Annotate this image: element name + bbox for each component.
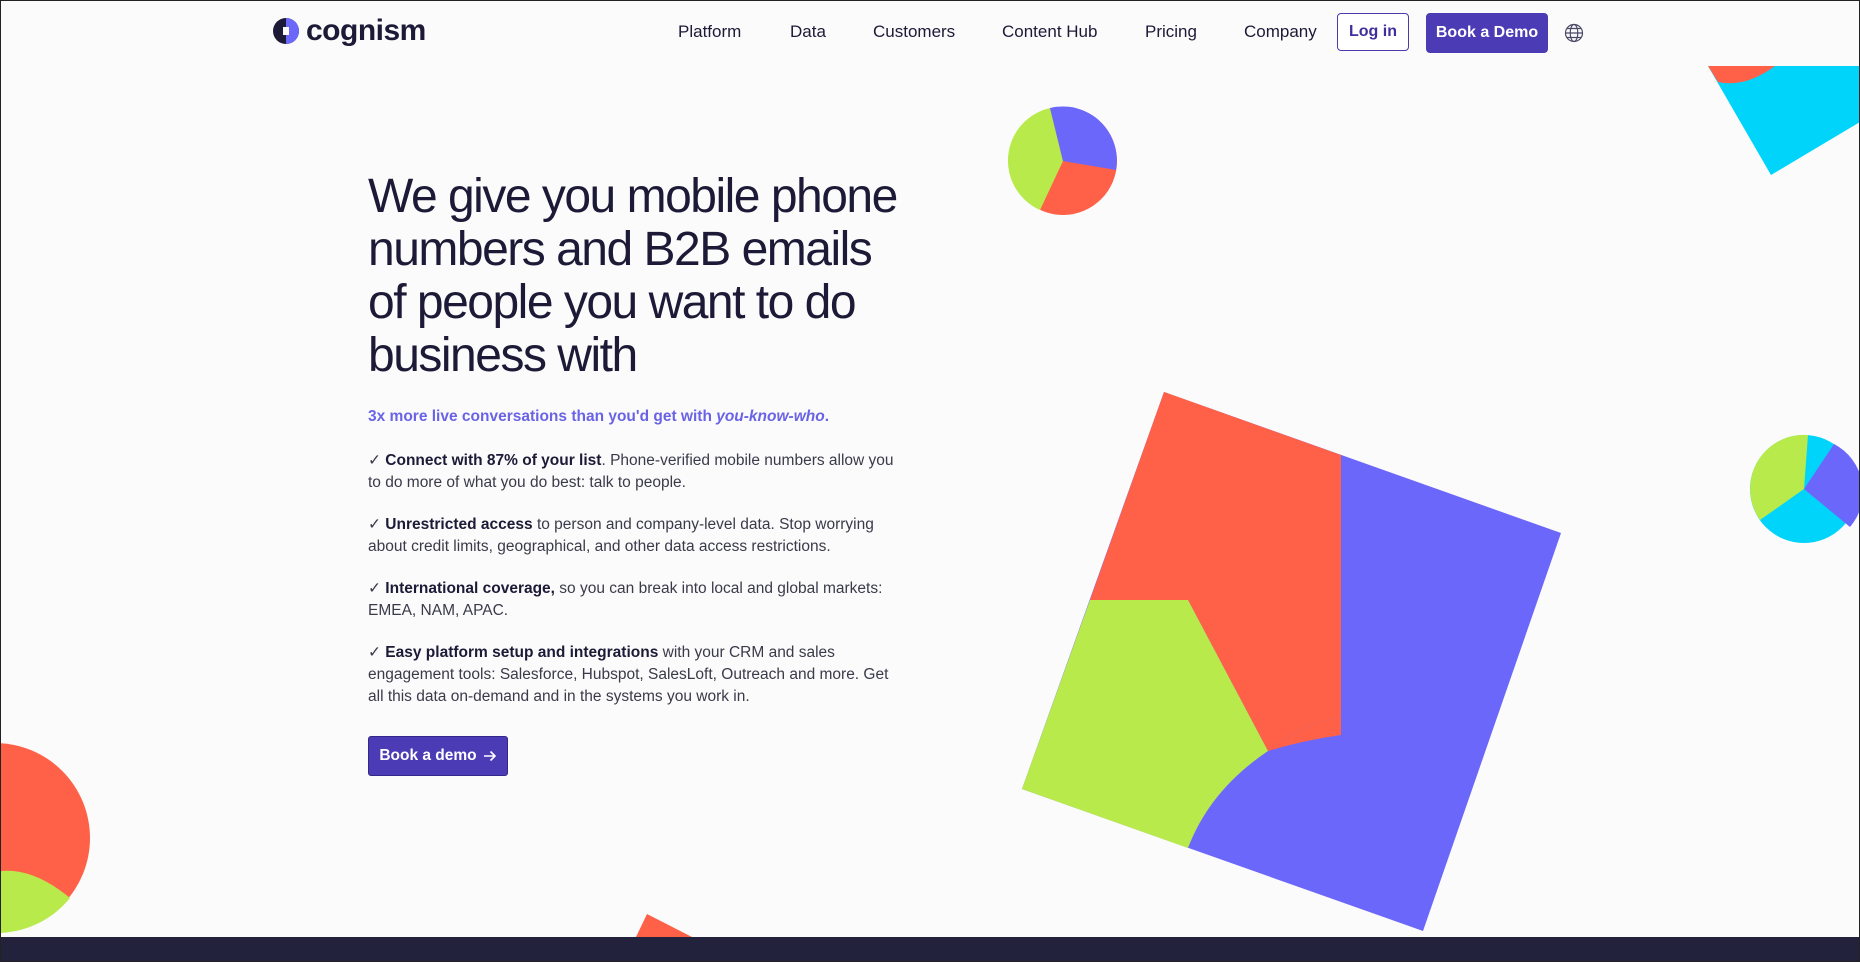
feature-title: International coverage, bbox=[385, 580, 555, 597]
hero-section: We give you mobile phone numbers and B2B… bbox=[368, 170, 908, 382]
nav-content-hub[interactable]: Content Hub bbox=[1002, 22, 1097, 42]
cognism-logo[interactable]: cognism bbox=[272, 15, 426, 47]
login-button[interactable]: Log in bbox=[1337, 13, 1409, 51]
tagline-prefix: 3x more live conversations than you'd ge… bbox=[368, 408, 717, 425]
nav-pricing[interactable]: Pricing bbox=[1145, 22, 1197, 42]
window-frame bbox=[0, 0, 1860, 962]
arrow-right-icon bbox=[483, 750, 496, 762]
corner-shape-top-right bbox=[1708, 66, 1860, 175]
triangle-bottom bbox=[636, 914, 692, 937]
small-pie-top bbox=[1007, 106, 1117, 215]
check-icon: ✓ bbox=[368, 644, 386, 661]
nav-platform[interactable]: Platform bbox=[678, 22, 741, 42]
top-navigation: cognism Platform Data Customers Content … bbox=[0, 0, 1860, 66]
check-icon: ✓ bbox=[368, 452, 386, 469]
big-square bbox=[1022, 392, 1561, 931]
book-demo-button[interactable]: Book a Demo bbox=[1426, 13, 1548, 53]
feature-item: ✓ Unrestricted access to person and comp… bbox=[368, 514, 898, 558]
feature-title: Unrestricted access bbox=[385, 516, 533, 533]
cta-label: Book a demo bbox=[379, 747, 477, 764]
feature-title: Connect with 87% of your list bbox=[385, 452, 602, 469]
globe-icon[interactable] bbox=[1564, 23, 1584, 43]
check-icon: ✓ bbox=[368, 580, 386, 597]
logo-mark-icon bbox=[273, 18, 299, 44]
nav-customers[interactable]: Customers bbox=[873, 22, 955, 42]
tagline-suffix: . bbox=[824, 408, 830, 425]
hero-headline: We give you mobile phone numbers and B2B… bbox=[368, 170, 898, 382]
feature-title: Easy platform setup and integrations bbox=[385, 644, 659, 661]
feature-item: ✓ Connect with 87% of your list. Phone-v… bbox=[368, 450, 898, 494]
nav-company[interactable]: Company bbox=[1244, 22, 1317, 42]
bottom-bar bbox=[0, 937, 1860, 962]
book-demo-cta-button[interactable]: Book a demo bbox=[368, 736, 508, 776]
hero-tagline: 3x more live conversations than you'd ge… bbox=[368, 408, 829, 426]
logo-text: cognism bbox=[306, 14, 426, 47]
pie-bottom-left bbox=[0, 743, 90, 933]
nav-data[interactable]: Data bbox=[790, 22, 826, 42]
tagline-emphasis: you-know-who bbox=[716, 408, 825, 425]
check-icon: ✓ bbox=[368, 516, 386, 533]
feature-item: ✓ International coverage, so you can bre… bbox=[368, 578, 898, 622]
decorative-shapes bbox=[0, 66, 1860, 937]
pie-right bbox=[1750, 434, 1860, 543]
feature-item: ✓ Easy platform setup and integrations w… bbox=[368, 642, 898, 708]
